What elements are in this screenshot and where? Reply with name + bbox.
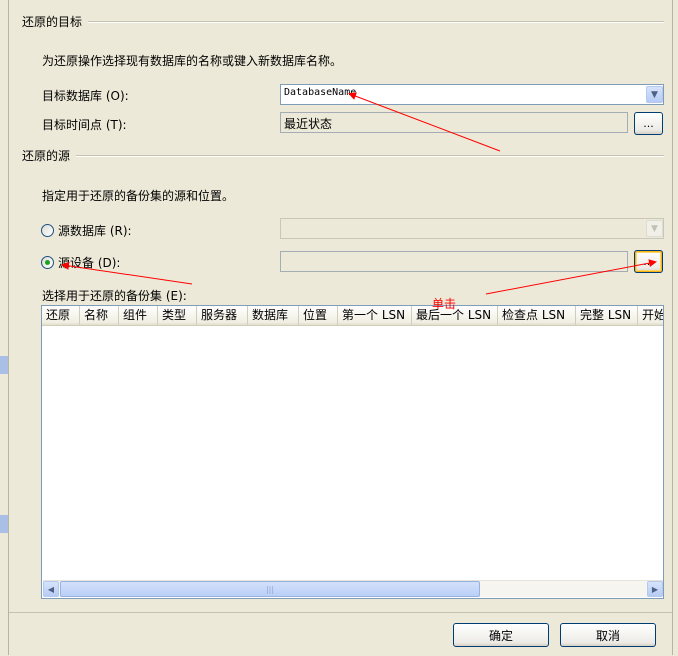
source-device-label: 源设备 (D):: [58, 256, 121, 270]
column-header-full-lsn[interactable]: 完整 LSN: [576, 306, 638, 325]
left-panel-marker: [0, 515, 8, 533]
left-panel-edge: [0, 0, 9, 655]
column-header-position[interactable]: 位置: [299, 306, 338, 325]
source-group-title: 还原的源: [22, 149, 71, 163]
target-group-title: 还原的目标: [22, 15, 83, 29]
radio-selected-dot: [45, 260, 50, 265]
backup-sets-label: 选择用于还原的备份集 (E):: [42, 289, 187, 303]
target-database-label: 目标数据库 (O):: [42, 89, 129, 103]
column-header-component[interactable]: 组件: [119, 306, 158, 325]
cancel-button[interactable]: 取消: [560, 623, 656, 647]
backup-sets-grid[interactable]: 还原 名称 组件 类型 服务器 数据库 位置 第一个 LSN 最后一个 LSN …: [41, 305, 664, 599]
source-device-field: [280, 251, 628, 272]
scroll-left-icon[interactable]: ◀: [43, 581, 59, 597]
column-header-database[interactable]: 数据库: [248, 306, 299, 325]
column-header-first-lsn[interactable]: 第一个 LSN: [338, 306, 412, 325]
source-description: 指定用于还原的备份集的源和位置。: [42, 189, 235, 203]
target-time-label: 目标时间点 (T):: [42, 118, 127, 132]
chevron-down-icon[interactable]: ▼: [646, 220, 663, 237]
source-group-divider: [76, 155, 664, 157]
source-database-combobox[interactable]: [280, 218, 664, 239]
scroll-right-icon[interactable]: ▶: [647, 581, 663, 597]
right-panel-edge: [672, 0, 678, 655]
column-header-restore[interactable]: 还原: [42, 306, 80, 325]
left-panel-marker: [0, 356, 8, 374]
column-header-name[interactable]: 名称: [80, 306, 119, 325]
source-device-radio[interactable]: [41, 256, 54, 269]
target-database-combobox[interactable]: DatabaseName: [280, 84, 664, 105]
column-header-start[interactable]: 开始: [638, 306, 663, 325]
column-header-checkpoint-lsn[interactable]: 检查点 LSN: [498, 306, 576, 325]
source-database-label: 源数据库 (R):: [58, 224, 132, 238]
horizontal-scrollbar[interactable]: ◀ ||| ▶: [43, 580, 663, 597]
source-device-browse-button[interactable]: ...: [634, 250, 663, 273]
scroll-thumb[interactable]: |||: [60, 581, 480, 597]
click-annotation-text: 单击: [432, 297, 457, 311]
ok-button[interactable]: 确定: [453, 623, 549, 647]
target-time-browse-button[interactable]: ...: [634, 112, 663, 135]
target-time-field: 最近状态: [280, 112, 628, 133]
chevron-down-icon[interactable]: ▼: [646, 86, 663, 103]
column-header-type[interactable]: 类型: [158, 306, 197, 325]
grid-header: 还原 名称 组件 类型 服务器 数据库 位置 第一个 LSN 最后一个 LSN …: [42, 306, 663, 326]
target-database-value: DatabaseName: [284, 87, 357, 98]
target-description: 为还原操作选择现有数据库的名称或键入新数据库名称。: [42, 54, 343, 68]
source-database-radio[interactable]: [41, 224, 54, 237]
target-time-value: 最近状态: [284, 117, 333, 131]
column-header-server[interactable]: 服务器: [197, 306, 248, 325]
target-group-divider: [88, 21, 664, 23]
